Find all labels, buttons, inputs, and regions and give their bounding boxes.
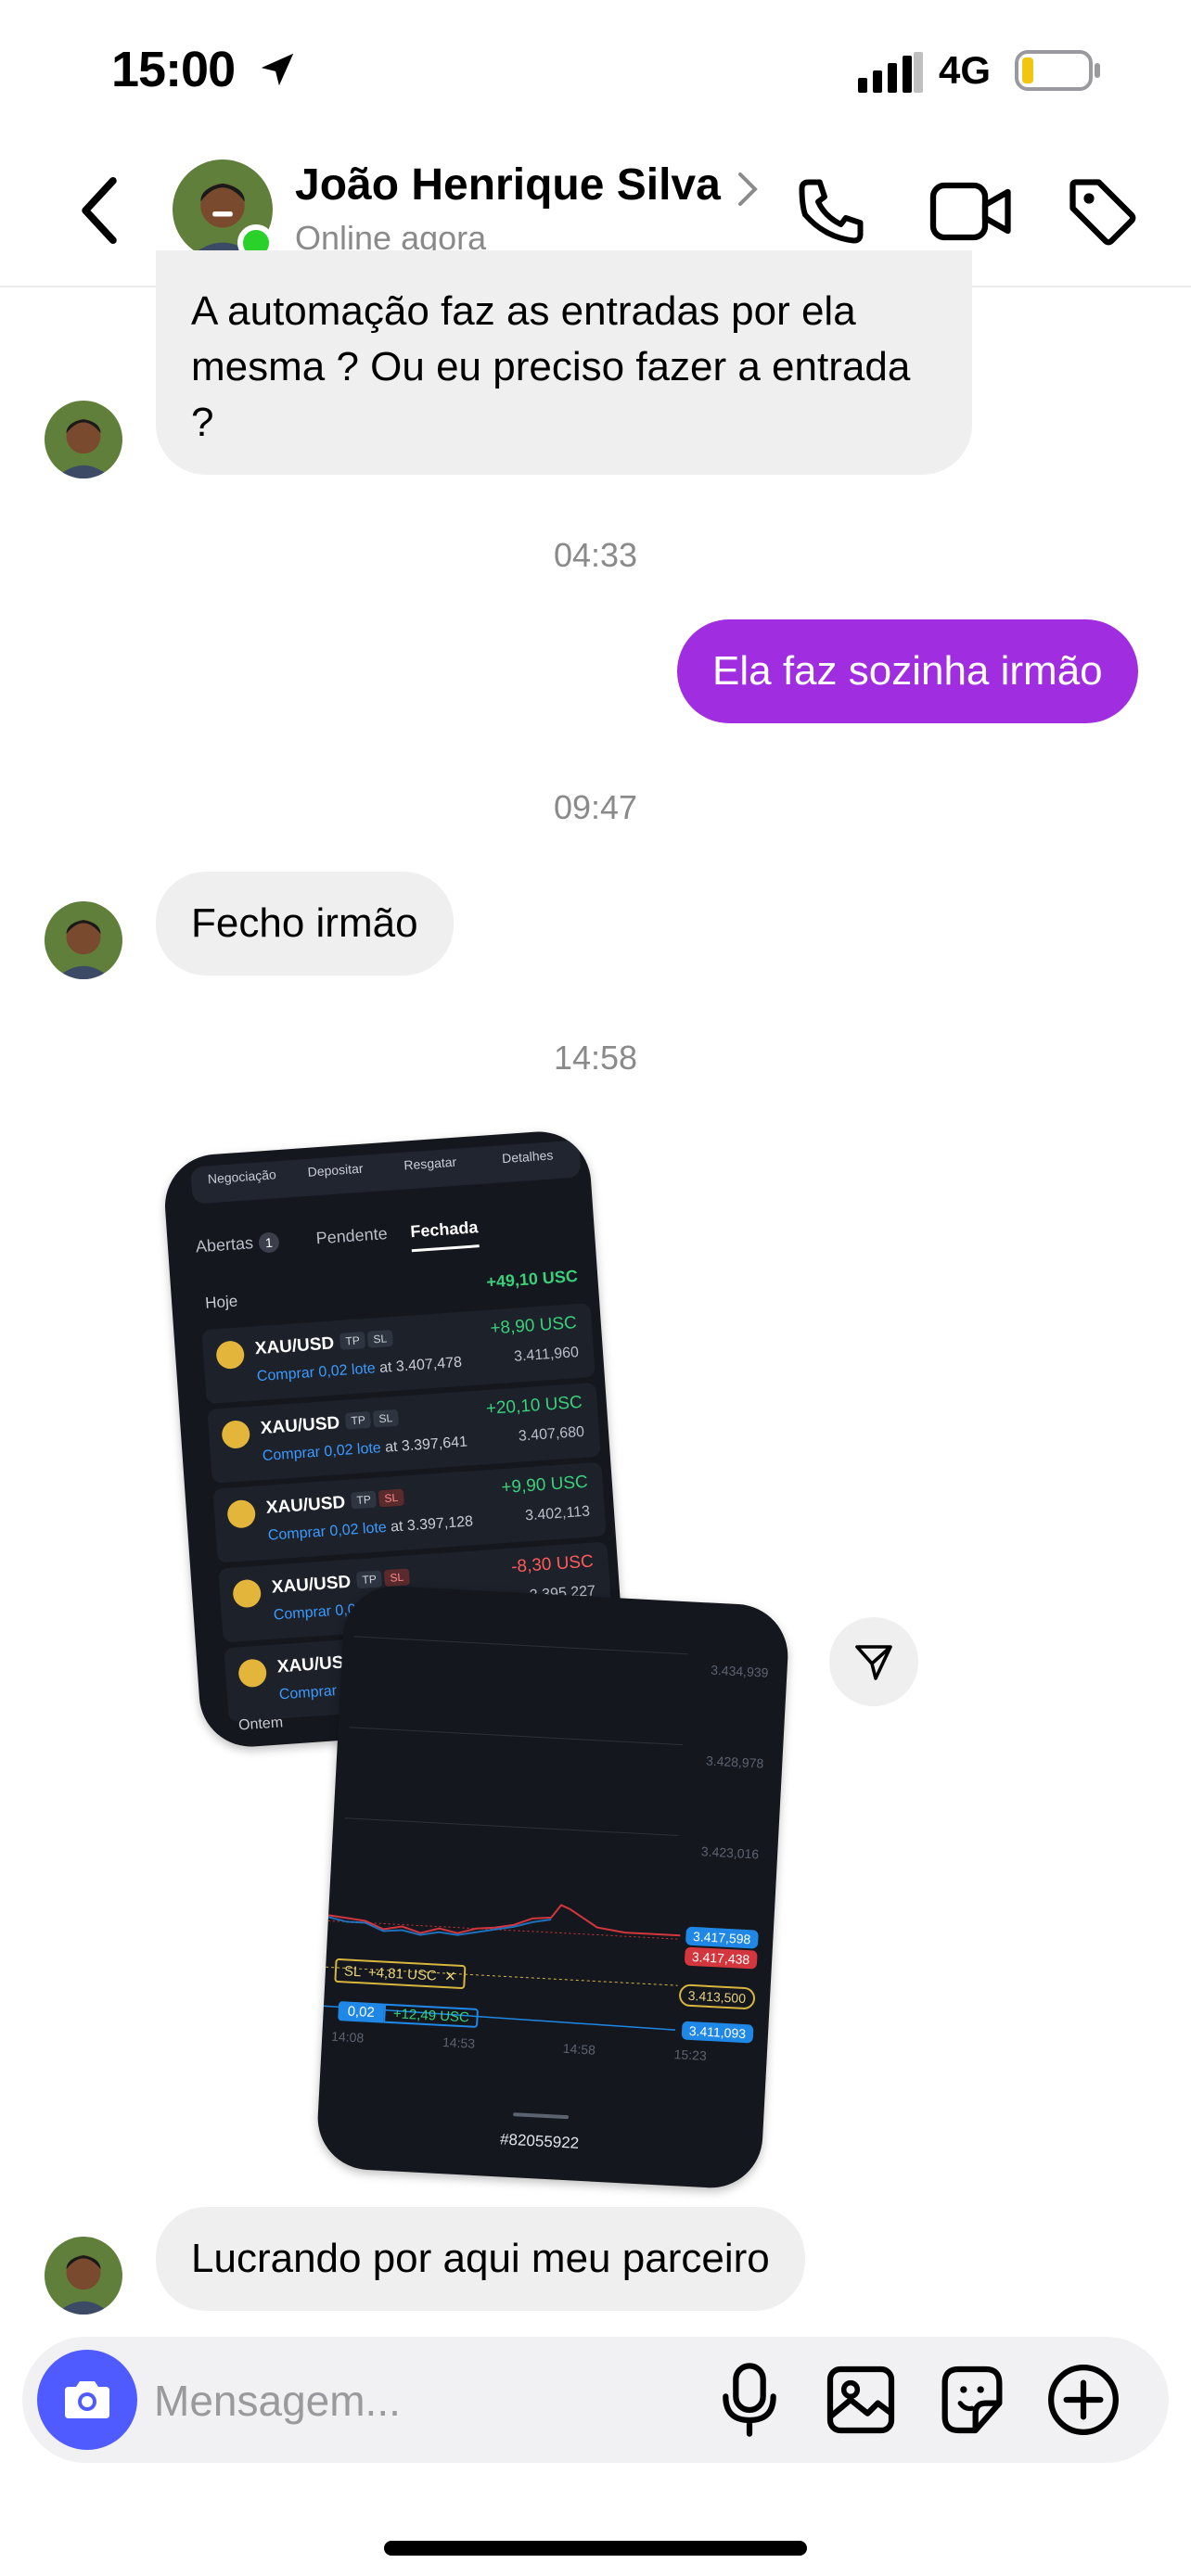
entry-price-tag: 3.411,093 (681, 2021, 754, 2044)
order-id: #82055922 (499, 2130, 580, 2152)
gold-coin-icon (237, 1658, 268, 1689)
segment-pendente: Pendente (314, 1224, 389, 1248)
incoming-message[interactable]: Fecho irmão (156, 872, 454, 976)
trade-pnl: -8,30 USC (510, 1551, 595, 1577)
signal-icon (858, 52, 923, 93)
gallery-icon[interactable] (820, 2359, 902, 2441)
tab-resgatar: Resgatar (403, 1154, 457, 1173)
trade-pnl: +20,10 USC (485, 1392, 583, 1420)
back-chevron-icon[interactable] (74, 176, 124, 245)
gold-coin-icon (221, 1419, 251, 1449)
grid-line (349, 1727, 684, 1746)
trade-pair: XAU/USD (254, 1333, 335, 1359)
open-count-badge: 1 (258, 1231, 280, 1254)
camera-icon (65, 2381, 109, 2418)
trade-pnl: +8,90 USC (489, 1313, 578, 1339)
lot-qty: 0,02 (338, 2001, 385, 2023)
sl-price-tag: 3.413,500 (678, 1983, 756, 2010)
share-button[interactable] (829, 1617, 918, 1706)
send-arrow-icon (855, 1645, 892, 1680)
contact-name[interactable]: João Henrique Silva (295, 159, 721, 210)
tp-chip: TP (350, 1490, 378, 1510)
sheet-handle (513, 2112, 570, 2120)
ontem-label: Ontem (237, 1715, 284, 1734)
shared-image-price-chart[interactable]: 3.434,939 3.428,978 3.423,016 3.417,598 … (314, 1583, 791, 2191)
trade-pnl: +9,90 USC (500, 1472, 589, 1498)
camera-button[interactable] (37, 2350, 137, 2450)
time-label: 14:53 (442, 2034, 476, 2051)
price-level: 3.434,939 (710, 1662, 769, 1680)
network-label: 4G (939, 48, 992, 92)
location-arrow-icon (261, 53, 294, 86)
timestamp: 09:47 (553, 788, 638, 826)
sender-avatar[interactable] (45, 401, 122, 478)
ask-price-tag: 3.417,438 (684, 1946, 758, 1970)
home-indicator (384, 2541, 807, 2556)
order-side: Comprar 0,02 lote (256, 1360, 377, 1385)
sl-label: SL (343, 1963, 362, 1981)
message-input[interactable] (154, 2368, 673, 2433)
sl-chip: SL (366, 1329, 393, 1348)
tab-detalhes: Detalhes (501, 1147, 554, 1167)
tp-chip: TP (344, 1410, 372, 1430)
message-composer (22, 2337, 1169, 2463)
tag-icon[interactable] (1063, 172, 1141, 250)
close-price: 3.411,960 (513, 1344, 580, 1365)
close-price: 3.407,680 (518, 1423, 585, 1445)
tp-chip: TP (355, 1570, 383, 1589)
sl-chip: SL (383, 1568, 410, 1588)
order-side: Comprar 0,02 lote (267, 1519, 388, 1544)
trade-pair: XAU/USD (271, 1572, 352, 1598)
entry-price: at 3.397,641 (384, 1434, 468, 1456)
sl-value: +4,81 USC (367, 1964, 438, 1984)
tab-negociacao: Negociação (207, 1167, 277, 1187)
segment-abertas: Abertas 1 (195, 1231, 280, 1257)
order-side: Comprar 0,02 lote (262, 1440, 382, 1465)
entry-price: at 3.407,478 (378, 1354, 463, 1376)
day-label: Hoje (204, 1292, 238, 1312)
video-call-icon[interactable] (926, 172, 1018, 250)
trade-pair: XAU/USD (265, 1492, 346, 1518)
time-label: 15:23 (673, 2047, 708, 2063)
chevron-right-icon (738, 172, 758, 206)
gold-coin-icon (232, 1578, 263, 1609)
trade-order: Comprar 0,02 lote at 3.397,128 (267, 1513, 473, 1544)
segment-label: Abertas (195, 1233, 254, 1256)
time-label: 14:58 (562, 2040, 596, 2058)
status-time: 15:00 (111, 42, 236, 97)
gold-coin-icon (215, 1340, 246, 1371)
trade-order: Comprar 0,02 lote at 3.407,478 (256, 1355, 462, 1385)
grid-line (353, 1636, 688, 1655)
timestamp: 14:58 (553, 1039, 638, 1077)
gold-coin-icon (226, 1498, 257, 1529)
phone-call-icon[interactable] (792, 172, 870, 250)
sender-avatar[interactable] (45, 2237, 122, 2315)
sticker-icon[interactable] (931, 2359, 1013, 2441)
price-level: 3.423,016 (700, 1843, 760, 1862)
incoming-message[interactable]: Lucrando por aqui meu parceiro (156, 2207, 805, 2311)
trade-order: Comprar 0,02 lote at 3.397,641 (262, 1435, 467, 1465)
close-price: 3.402,113 (524, 1503, 591, 1524)
battery-icon (1015, 50, 1100, 91)
tp-chip: TP (339, 1332, 366, 1350)
sender-avatar[interactable] (45, 901, 122, 979)
plus-circle-icon[interactable] (1043, 2359, 1124, 2441)
app-top-tabs: Negociação Depositar Resgatar Detalhes (190, 1140, 582, 1205)
bid-price-tag: 3.417,598 (685, 1926, 759, 1949)
price-level: 3.428,978 (705, 1753, 764, 1771)
entry-price: at 3.397,128 (390, 1513, 474, 1536)
outgoing-message[interactable]: Ela faz sozinha irmão (677, 619, 1138, 723)
incoming-message[interactable]: A automação faz as entradas por ela mesm… (156, 250, 972, 475)
day-total: +49,10 USC (485, 1266, 579, 1292)
time-label: 14:08 (330, 2028, 365, 2046)
grid-line (344, 1817, 679, 1836)
trade-pair: XAU/USD (260, 1413, 340, 1439)
segment-fechada: Fechada (409, 1218, 480, 1253)
timestamp: 04:33 (553, 536, 638, 574)
sl-chip: SL (378, 1488, 404, 1508)
status-bar: 15:00 4G (0, 0, 1191, 139)
sl-chip: SL (372, 1409, 399, 1428)
tab-depositar: Depositar (307, 1160, 365, 1180)
microphone-icon[interactable] (709, 2359, 790, 2441)
